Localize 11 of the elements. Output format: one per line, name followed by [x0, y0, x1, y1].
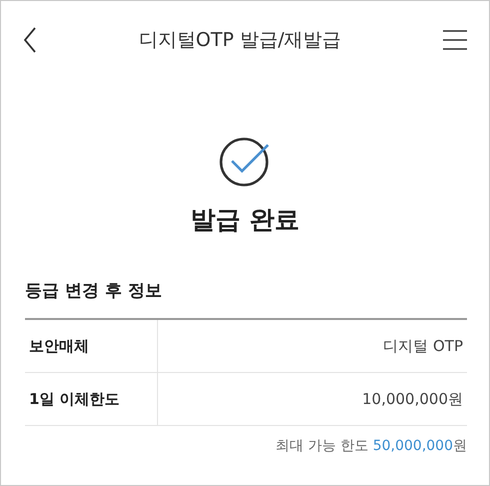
table-value-cell-text: 디지털 OTP: [382, 336, 464, 357]
menu-button[interactable]: [443, 30, 467, 50]
page-title: 디지털OTP 발급/재발급: [138, 28, 342, 53]
table-label-cell: 1일 이체한도: [25, 373, 158, 425]
check-circle-icon: [219, 135, 271, 187]
section-title: 등급 변경 후 정보: [24, 280, 163, 302]
limit-note: 최대 가능 한도 50,000,000원: [274, 437, 468, 456]
table-label-cell: 보안매체: [25, 320, 158, 372]
table-value-cell-text: 10,000,000원: [361, 388, 464, 410]
back-button[interactable]: [23, 27, 37, 53]
result-title: 발급 완료: [190, 204, 300, 236]
